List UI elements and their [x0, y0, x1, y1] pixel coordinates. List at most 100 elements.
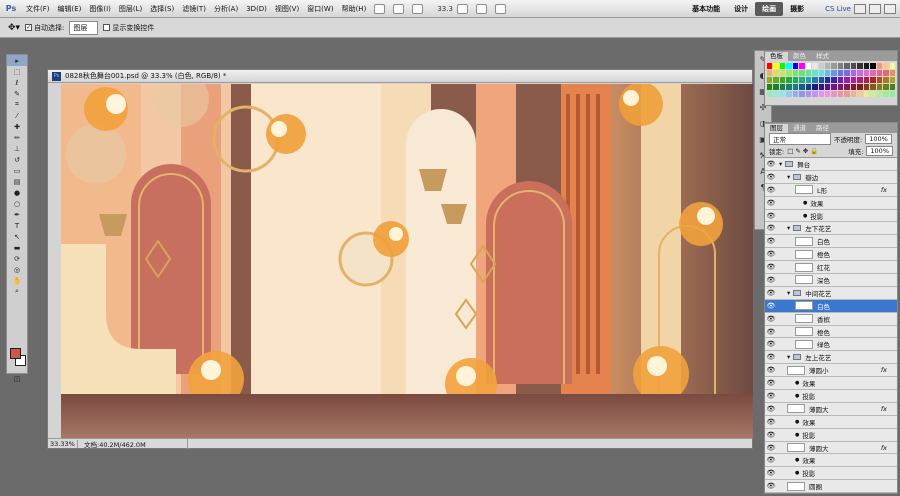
- blend-mode-select[interactable]: 正常: [769, 133, 831, 145]
- screen-mode-button[interactable]: [494, 3, 506, 14]
- color-swatch[interactable]: [889, 70, 895, 76]
- color-swatch[interactable]: [883, 84, 889, 90]
- layer-row[interactable]: 👁 绿色: [765, 338, 897, 352]
- color-swatch[interactable]: [767, 70, 773, 76]
- blur-tool-icon[interactable]: ●: [7, 187, 27, 198]
- layer-row[interactable]: 👁 橙色: [765, 325, 897, 339]
- layer-row[interactable]: 👁 ● 效果: [765, 454, 897, 468]
- workspace-painting[interactable]: 绘画: [755, 1, 784, 16]
- color-swatch[interactable]: [863, 84, 870, 90]
- color-swatch[interactable]: [831, 91, 837, 97]
- move-tool-icon[interactable]: ✥▾: [8, 23, 20, 33]
- color-swatch[interactable]: [883, 77, 889, 83]
- color-swatch[interactable]: [876, 63, 883, 69]
- visibility-eye-icon[interactable]: 👁: [765, 379, 777, 387]
- eraser-tool-icon[interactable]: ▭: [7, 165, 27, 176]
- color-swatch[interactable]: [792, 91, 799, 97]
- color-swatch[interactable]: [786, 84, 792, 90]
- color-swatch[interactable]: [837, 77, 844, 83]
- visibility-eye-icon[interactable]: 👁: [765, 392, 777, 400]
- color-swatch[interactable]: [837, 70, 844, 76]
- color-swatch[interactable]: [818, 91, 825, 97]
- brush-tool-icon[interactable]: ✏: [7, 132, 27, 143]
- color-swatch[interactable]: [805, 91, 812, 97]
- opacity-input[interactable]: 100%: [865, 134, 892, 144]
- lock-icons[interactable]: □ ✎ ✥ 🔒: [787, 147, 818, 155]
- color-swatch[interactable]: [883, 91, 889, 97]
- color-swatch[interactable]: [831, 63, 837, 69]
- color-swatch[interactable]: [863, 63, 870, 69]
- color-swatch[interactable]: [812, 91, 818, 97]
- color-swatch[interactable]: [870, 84, 876, 90]
- color-swatch[interactable]: [844, 84, 850, 90]
- color-swatch[interactable]: [850, 63, 857, 69]
- tab-swatches[interactable]: 色板: [765, 52, 788, 61]
- move-tool-icon[interactable]: ▸: [7, 55, 27, 66]
- visibility-eye-icon[interactable]: 👁: [765, 173, 777, 181]
- color-swatch[interactable]: [805, 70, 812, 76]
- document-tab[interactable]: Ps 0828秋色舞台001.psd @ 33.3% (白色, RGB/8) *: [48, 70, 752, 83]
- color-swatch[interactable]: [767, 84, 773, 90]
- expand-triangle-icon[interactable]: ▾: [787, 289, 790, 297]
- crop-tool-icon[interactable]: ⌗: [7, 99, 27, 110]
- visibility-eye-icon[interactable]: 👁: [765, 160, 777, 168]
- visibility-eye-icon[interactable]: 👁: [765, 250, 777, 258]
- menu-view[interactable]: 视图(V): [271, 4, 303, 14]
- color-swatch[interactable]: [792, 77, 799, 83]
- color-swatch[interactable]: [812, 84, 818, 90]
- color-swatch[interactable]: [773, 91, 779, 97]
- color-swatch[interactable]: [773, 84, 779, 90]
- visibility-eye-icon[interactable]: 👁: [765, 237, 777, 245]
- color-swatch[interactable]: [799, 63, 805, 69]
- layer-row[interactable]: 👁 薄圆小 fx: [765, 364, 897, 378]
- color-swatch[interactable]: [844, 63, 850, 69]
- menu-analysis[interactable]: 分析(A): [210, 4, 242, 14]
- auto-select-dropdown[interactable]: 图层: [69, 20, 99, 35]
- layer-row[interactable]: 👁 深色: [765, 274, 897, 287]
- color-swatch[interactable]: [818, 70, 825, 76]
- color-swatch[interactable]: [799, 84, 805, 90]
- menu-help[interactable]: 帮助(H): [338, 4, 371, 14]
- color-swatch[interactable]: [799, 91, 805, 97]
- quick-select-tool-icon[interactable]: ✎: [7, 88, 27, 99]
- color-swatch[interactable]: [779, 84, 786, 90]
- visibility-eye-icon[interactable]: 👁: [765, 353, 777, 361]
- fill-input[interactable]: 100%: [866, 146, 893, 156]
- visibility-eye-icon[interactable]: 👁: [765, 302, 777, 310]
- menu-layer[interactable]: 图层(L): [115, 4, 146, 14]
- color-swatch[interactable]: [857, 84, 863, 90]
- color-swatch[interactable]: [831, 84, 837, 90]
- visibility-eye-icon[interactable]: 👁: [765, 340, 777, 348]
- path-select-tool-icon[interactable]: ↖: [7, 231, 27, 242]
- color-swatch[interactable]: [831, 70, 837, 76]
- menu-filter[interactable]: 滤镜(T): [178, 4, 210, 14]
- color-swatch[interactable]: [889, 77, 895, 83]
- color-swatch[interactable]: [850, 84, 857, 90]
- color-swatch[interactable]: [857, 91, 863, 97]
- color-swatch[interactable]: [870, 77, 876, 83]
- color-swatch[interactable]: [831, 77, 837, 83]
- workspace-essentials[interactable]: 基本功能: [685, 4, 727, 14]
- zoom-level[interactable]: 33.3: [437, 5, 453, 13]
- color-swatch[interactable]: [825, 91, 831, 97]
- color-swatch[interactable]: [870, 91, 876, 97]
- color-swatch[interactable]: [773, 63, 779, 69]
- color-swatch[interactable]: [812, 70, 818, 76]
- layer-row[interactable]: 👁 ● 投影: [765, 390, 897, 403]
- layer-row[interactable]: 👁 ▾ 中间花艺: [765, 286, 897, 300]
- color-swatch[interactable]: [870, 63, 876, 69]
- color-swatch[interactable]: [825, 70, 831, 76]
- layer-row[interactable]: 👁 ● 投影: [765, 467, 897, 481]
- layer-row[interactable]: 👁 ● 投影: [765, 209, 897, 223]
- color-swatch[interactable]: [857, 63, 863, 69]
- visibility-eye-icon[interactable]: 👁: [765, 366, 777, 374]
- layer-row[interactable]: 👁 ● 效果: [765, 196, 897, 210]
- color-swatch[interactable]: [870, 70, 876, 76]
- color-swatch[interactable]: [825, 63, 831, 69]
- tab-paths[interactable]: 路径: [811, 124, 834, 133]
- status-zoom[interactable]: 33.33%: [48, 439, 78, 448]
- visibility-eye-icon[interactable]: 👁: [765, 212, 777, 220]
- color-swatch[interactable]: [818, 63, 825, 69]
- color-swatch[interactable]: [818, 77, 825, 83]
- pen-tool-icon[interactable]: ✒: [7, 209, 27, 220]
